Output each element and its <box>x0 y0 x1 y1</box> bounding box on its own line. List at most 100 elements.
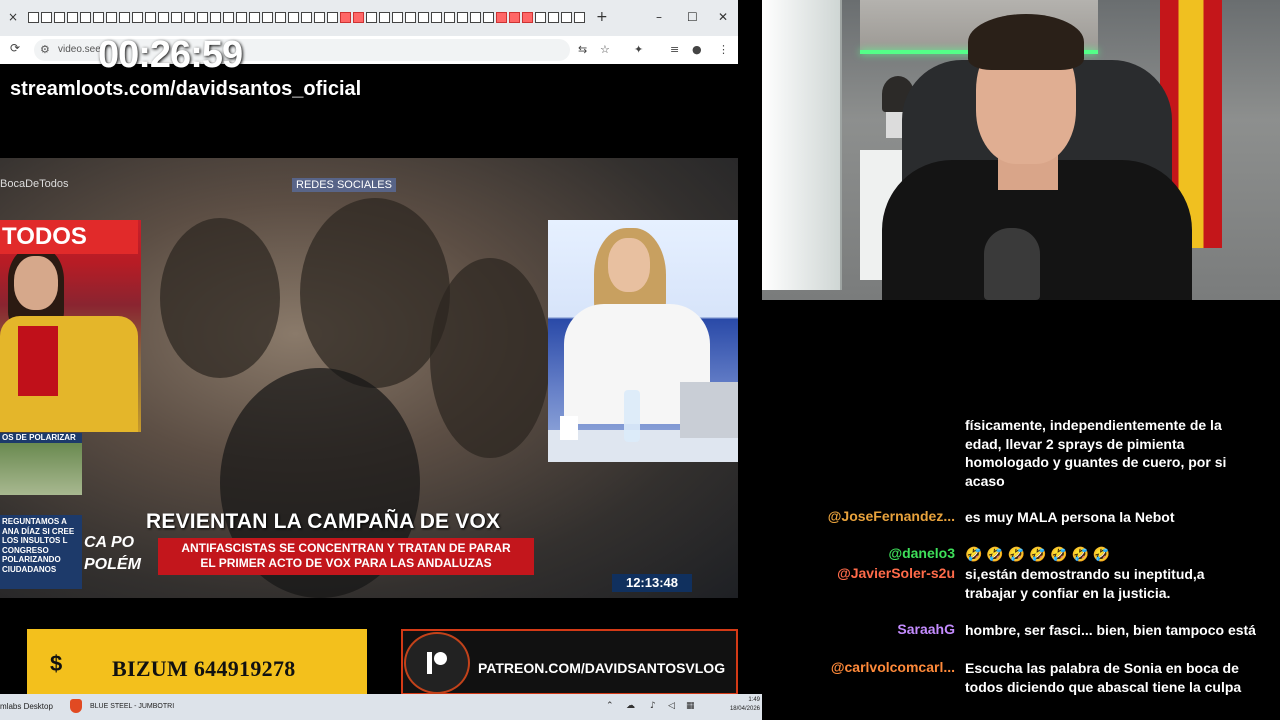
tab-icon[interactable] <box>522 12 533 23</box>
webcam-feed <box>762 0 1280 300</box>
chat-panel: físicamente, independientemente de la ed… <box>762 412 1280 720</box>
news-headline: REVIENTAN LA CAMPAÑA DE VOX <box>146 510 501 533</box>
tab-icon[interactable] <box>223 12 234 23</box>
chevron-up-icon[interactable]: ⌃ <box>606 701 614 711</box>
presenter-face <box>608 238 650 292</box>
tab-icon[interactable] <box>41 12 52 23</box>
tab-icon[interactable] <box>67 12 78 23</box>
tab-icon[interactable] <box>171 12 182 23</box>
tab-icon[interactable] <box>535 12 546 23</box>
tab-list <box>28 12 585 24</box>
tab-icon[interactable] <box>275 12 286 23</box>
tab-icon[interactable] <box>509 12 520 23</box>
tab-icon[interactable] <box>301 12 312 23</box>
tab-icon[interactable] <box>132 12 143 23</box>
tab-icon[interactable] <box>80 12 91 23</box>
tab-icon[interactable] <box>288 12 299 23</box>
chat-username[interactable]: @JoseFernandez... <box>828 508 955 524</box>
chat-text: si,están demostrando su ineptitud,a trab… <box>965 566 1205 601</box>
menu-kebab-icon[interactable]: ⋮ <box>718 43 729 56</box>
news-subheadline: ANTIFASCISTAS SE CONCENTRAN Y TRATAN DE … <box>158 538 534 575</box>
minimize-button[interactable]: – <box>656 10 662 24</box>
chat-text: Escucha las palabra de Sonia en boca de … <box>965 660 1242 695</box>
extensions-icon[interactable]: ✦ <box>634 43 643 56</box>
close-window-button[interactable]: ✕ <box>718 10 728 24</box>
tab-icon[interactable] <box>340 12 351 23</box>
tab-icon[interactable] <box>405 12 416 23</box>
speaker-icon[interactable]: ◁ <box>668 701 675 711</box>
left-ticker-line: CA PO <box>84 534 135 551</box>
tab-icon[interactable] <box>470 12 481 23</box>
close-tab-icon[interactable]: × <box>8 10 22 24</box>
microphone <box>984 228 1040 300</box>
taskbar-window-title[interactable]: BLUE STEEL - JUMBOTRI <box>90 703 174 710</box>
tab-icon[interactable] <box>314 12 325 23</box>
taskbar-time: 1:49 <box>748 697 760 703</box>
profile-avatar-icon[interactable]: ● <box>692 43 702 56</box>
chat-text: hombre, ser fasci... bien, bien tampoco … <box>965 622 1256 638</box>
tab-icon[interactable] <box>262 12 273 23</box>
url-text: video.seel <box>58 44 104 55</box>
taskbar-app-label[interactable]: mlabs Desktop <box>0 702 53 711</box>
tab-icon[interactable] <box>93 12 104 23</box>
tab-icon[interactable] <box>418 12 429 23</box>
cloud-icon[interactable]: ☁ <box>626 701 635 711</box>
crowd-shape <box>160 218 280 378</box>
stream-screen: × + – ☐ ✕ ⟳ ⚙ video.seel ⇆ ☆ ✦ ≡ ● ⋮ 00:… <box>0 0 1280 720</box>
tab-icon[interactable] <box>574 12 585 23</box>
chat-username[interactable]: @danelo3 <box>888 545 955 561</box>
tab-icon[interactable] <box>236 12 247 23</box>
tab-icon[interactable] <box>431 12 442 23</box>
tab-icon[interactable] <box>561 12 572 23</box>
tab-icon[interactable] <box>327 12 338 23</box>
program-logo: TODOS <box>0 220 138 254</box>
tab-icon[interactable] <box>379 12 390 23</box>
channel-watermark: BocaDeTodos <box>0 178 69 190</box>
bizum-number: BIZUM 644919278 <box>112 656 296 681</box>
tab-icon[interactable] <box>158 12 169 23</box>
tab-icon[interactable] <box>145 12 156 23</box>
presenter-top <box>18 326 58 396</box>
bookmark-star-icon[interactable]: ☆ <box>600 43 610 56</box>
tab-icon[interactable] <box>366 12 377 23</box>
reload-icon[interactable]: ⟳ <box>10 41 20 55</box>
new-tab-button[interactable]: + <box>596 9 608 25</box>
tab-icon[interactable] <box>249 12 260 23</box>
streamloots-url: streamloots.com/davidsantos_oficial <box>10 78 362 100</box>
chat-username[interactable]: SaraahG <box>897 621 955 637</box>
chat-text: es muy MALA persona la Nebot <box>965 509 1175 525</box>
tab-icon[interactable] <box>210 12 221 23</box>
tab-icon[interactable] <box>28 12 39 23</box>
tab-icon[interactable] <box>392 12 403 23</box>
maximize-button[interactable]: ☐ <box>687 10 698 24</box>
laptop <box>680 382 738 438</box>
tab-icon[interactable] <box>548 12 559 23</box>
news-video[interactable]: BocaDeTodos REDES SOCIALES TODOS OS DE P… <box>0 158 738 598</box>
tab-icon[interactable] <box>119 12 130 23</box>
chat-username[interactable]: @JavierSoler-s2u <box>837 565 955 581</box>
display-shelf <box>762 0 842 290</box>
tab-strip: × + – ☐ ✕ <box>0 0 738 36</box>
site-settings-icon[interactable]: ⚙ <box>40 43 50 56</box>
social-tag: REDES SOCIALES <box>292 178 396 192</box>
microphone-icon[interactable]: ♪ <box>650 701 656 711</box>
taskbar: mlabs Desktop BLUE STEEL - JUMBOTRI ⌃ ☁ … <box>0 694 762 720</box>
tab-icon[interactable] <box>457 12 468 23</box>
media-icon[interactable]: ≡ <box>670 43 679 56</box>
network-icon[interactable]: ▦ <box>686 701 695 711</box>
tab-icon[interactable] <box>353 12 364 23</box>
translate-icon[interactable]: ⇆ <box>578 43 587 56</box>
tab-icon[interactable] <box>496 12 507 23</box>
taskbar-clock[interactable]: 1:49 18/04/2026 <box>710 696 760 714</box>
tab-icon[interactable] <box>54 12 65 23</box>
brave-browser-icon[interactable] <box>70 699 82 713</box>
chat-username[interactable]: @carlvolcomcarl... <box>831 659 955 675</box>
subheadline-line: EL PRIMER ACTO DE VOX PARA LAS ANDALUZAS <box>200 556 492 570</box>
question-caption: REGUNTAMOS A ANA DÍAZ SI CREE LOS INSULT… <box>0 515 82 589</box>
tab-icon[interactable] <box>106 12 117 23</box>
tab-icon[interactable] <box>483 12 494 23</box>
crowd-shape <box>430 258 550 458</box>
tab-icon[interactable] <box>197 12 208 23</box>
tab-icon[interactable] <box>184 12 195 23</box>
tab-icon[interactable] <box>444 12 455 23</box>
